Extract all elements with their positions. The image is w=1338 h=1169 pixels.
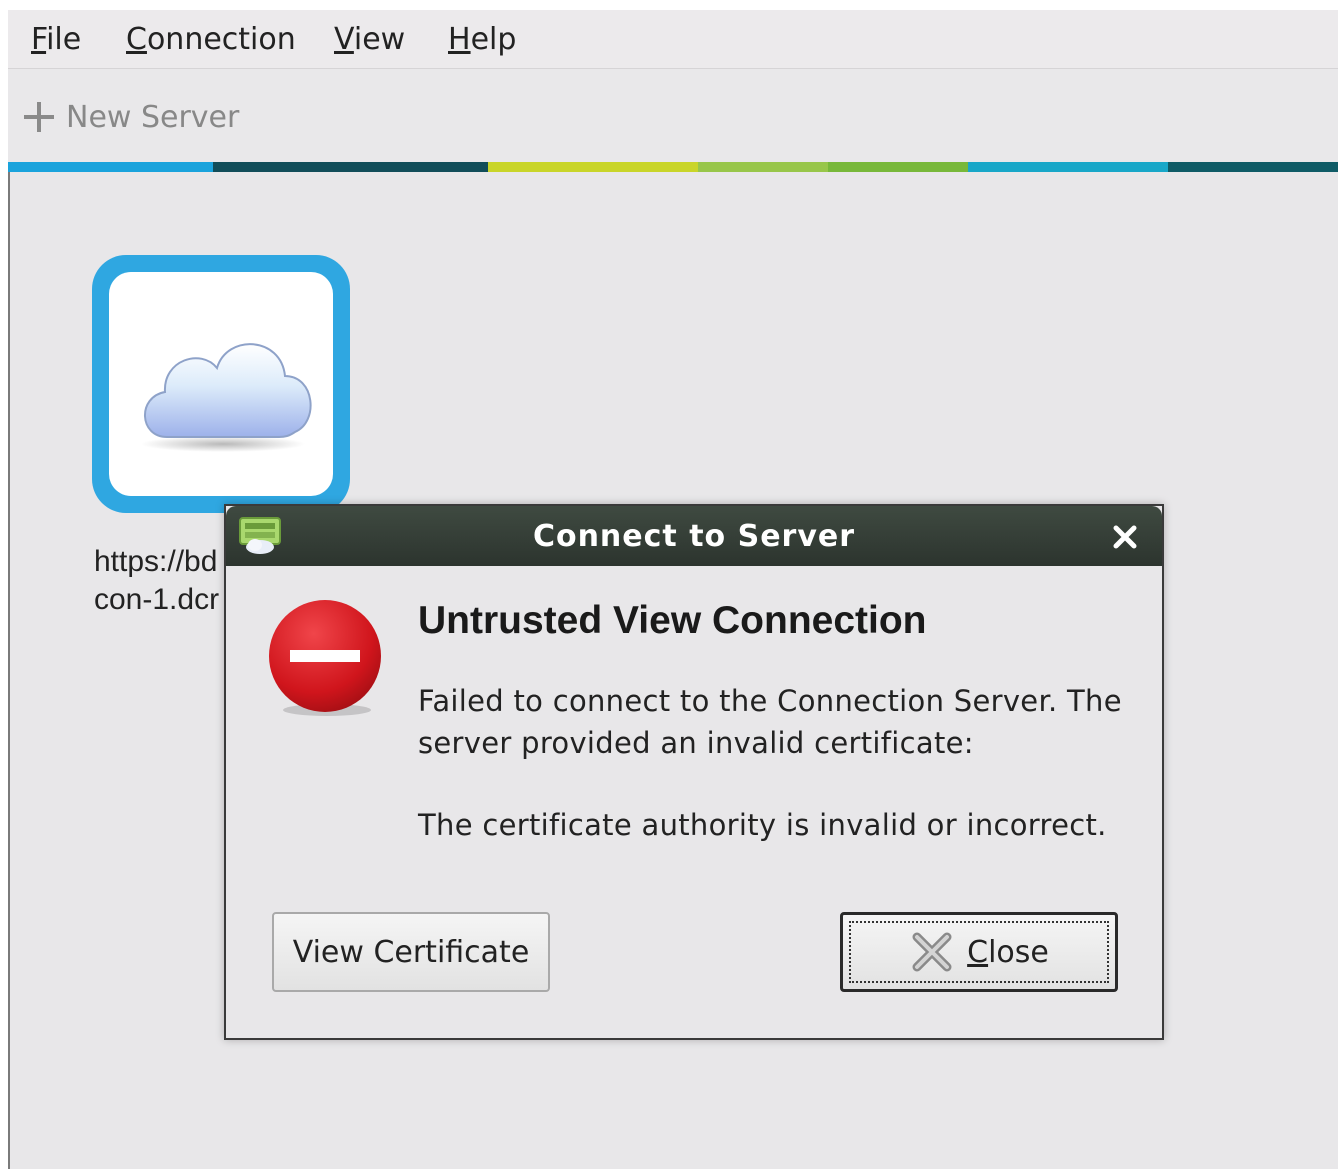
plus-icon: [22, 100, 56, 134]
brand-stripe: [8, 162, 1338, 172]
menu-file[interactable]: File: [31, 20, 81, 60]
menu-connection-label: onnection: [146, 22, 296, 57]
menu-help[interactable]: Help: [448, 20, 516, 60]
dialog-message-line2: server provided an invalid certificate:: [418, 726, 974, 760]
close-icon[interactable]: [1108, 520, 1142, 554]
menu-connection-mnemonic: C: [126, 22, 147, 57]
menu-file-mnemonic: F: [31, 22, 47, 57]
server-label-line2: con-1.dcr: [94, 583, 220, 616]
menu-help-label: elp: [470, 22, 517, 57]
view-certificate-label: View Certificate: [292, 934, 530, 970]
dialog-message-line3: The certificate authority is invalid or …: [418, 808, 1107, 842]
server-tile-inner: [109, 272, 333, 496]
connect-dialog: Connect to Server Untrusted View Connect…: [224, 504, 1164, 1040]
server-tile[interactable]: [92, 255, 350, 513]
focus-ring: [849, 921, 1109, 983]
menu-view-label: iew: [353, 22, 406, 57]
dialog-titlebar[interactable]: Connect to Server: [226, 506, 1162, 566]
view-certificate-button[interactable]: View Certificate: [272, 912, 550, 992]
new-server-label: New Server: [66, 99, 240, 135]
menubar: File Connection View Help: [8, 10, 1338, 69]
cloud-icon: [141, 343, 312, 452]
menu-connection[interactable]: Connection: [126, 20, 296, 60]
menu-view[interactable]: View: [334, 20, 405, 60]
dialog-title: Connect to Server: [532, 519, 856, 554]
dialog-message-line1: Failed to connect to the Connection Serv…: [418, 684, 1122, 718]
menu-view-mnemonic: V: [334, 22, 354, 57]
close-button[interactable]: Close: [840, 912, 1118, 992]
error-icon: [269, 600, 381, 716]
menu-file-label: ile: [46, 22, 82, 57]
server-label: https://bd con-1.dcr: [94, 543, 219, 619]
dialog-heading: Untrusted View Connection: [418, 599, 927, 642]
new-server-button[interactable]: New Server: [22, 95, 239, 139]
app-left-border: [8, 172, 10, 1169]
server-label-line1: https://bd: [94, 545, 218, 578]
toolbar: New Server: [8, 69, 1338, 162]
menu-help-mnemonic: H: [448, 22, 471, 57]
